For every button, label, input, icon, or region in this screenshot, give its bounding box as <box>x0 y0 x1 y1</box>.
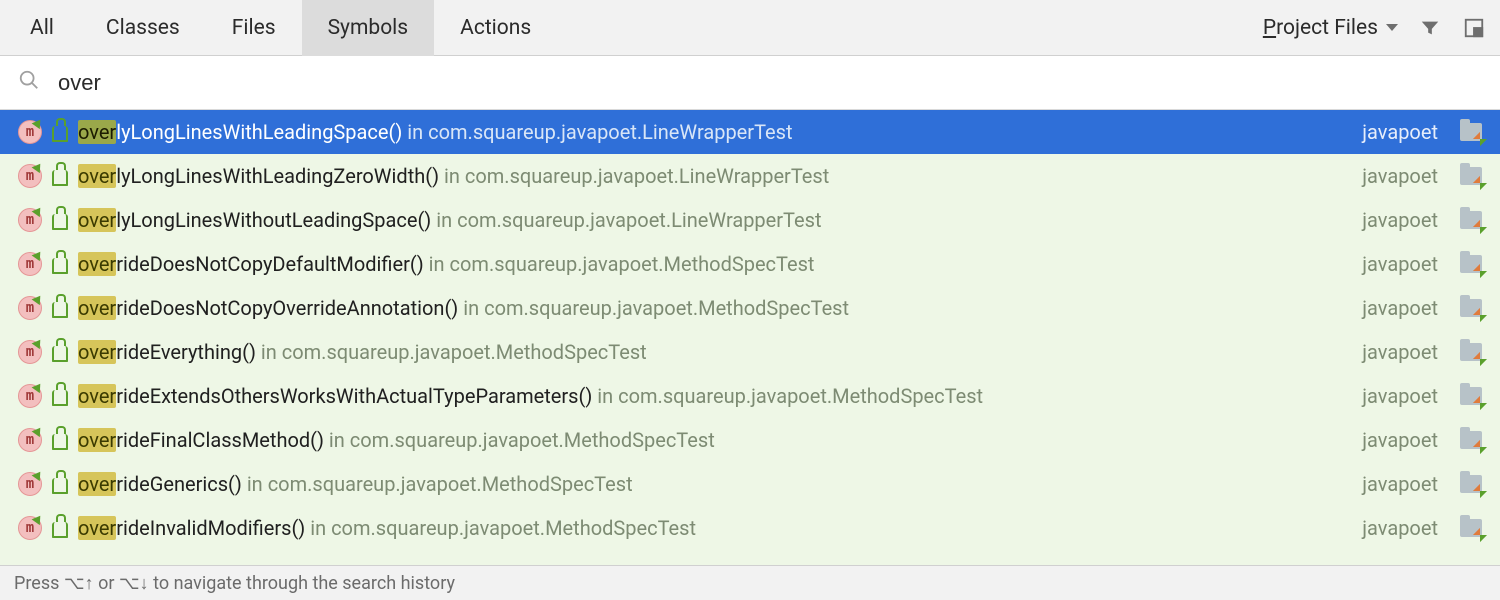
module-label: javapoet <box>1362 208 1438 232</box>
result-label: overrideGenerics() in com.squareup.javap… <box>78 472 633 496</box>
method-icon: m <box>18 208 42 232</box>
lock-icon <box>52 126 68 142</box>
module-label: javapoet <box>1362 252 1438 276</box>
result-label: overlyLongLinesWithLeadingSpace() in com… <box>78 120 793 144</box>
method-icon: m <box>18 252 42 276</box>
search-icon <box>18 69 40 96</box>
scope-dropdown[interactable]: Project Files <box>1253 16 1408 40</box>
tab-files[interactable]: Files <box>206 0 302 56</box>
footer-hint: Press ⌥↑ or ⌥↓ to navigate through the s… <box>0 565 1500 600</box>
source-folder-icon <box>1460 519 1482 537</box>
result-label: overrideDoesNotCopyDefaultModifier() in … <box>78 252 814 276</box>
search-input[interactable] <box>58 70 1482 96</box>
scope-mnemonic: P <box>1263 16 1276 40</box>
result-label: overrideInvalidModifiers() in com.square… <box>78 516 696 540</box>
lock-icon <box>52 522 68 538</box>
result-row[interactable]: m overrideDoesNotCopyDefaultModifier() in… <box>0 242 1500 286</box>
module-label: javapoet <box>1362 164 1438 188</box>
source-folder-icon <box>1460 387 1482 405</box>
scope-label: roject Files <box>1276 16 1378 40</box>
method-icon: m <box>18 516 42 540</box>
source-folder-icon <box>1460 475 1482 493</box>
lock-icon <box>52 170 68 186</box>
lock-icon <box>52 390 68 406</box>
result-row[interactable]: m overlyLongLinesWithLeadingSpace() in co… <box>0 110 1500 154</box>
method-icon: m <box>18 472 42 496</box>
result-row[interactable]: m overrideInvalidModifiers() in com.squar… <box>0 506 1500 550</box>
result-row[interactable]: m overrideExtendsOthersWorksWithActualTyp… <box>0 374 1500 418</box>
chevron-down-icon <box>1386 24 1398 31</box>
method-icon: m <box>18 120 42 144</box>
result-label: overrideEverything() in com.squareup.jav… <box>78 340 647 364</box>
module-label: javapoet <box>1362 472 1438 496</box>
result-row[interactable]: m overrideEverything() in com.squareup.ja… <box>0 330 1500 374</box>
result-label: overlyLongLinesWithoutLeadingSpace() in … <box>78 208 822 232</box>
lock-icon <box>52 258 68 274</box>
lock-icon <box>52 346 68 362</box>
source-folder-icon <box>1460 211 1482 229</box>
filter-icon[interactable] <box>1412 10 1448 46</box>
method-icon: m <box>18 340 42 364</box>
result-label: overrideFinalClassMethod() in com.square… <box>78 428 715 452</box>
search-row <box>0 56 1500 110</box>
source-folder-icon <box>1460 123 1482 141</box>
source-folder-icon <box>1460 299 1482 317</box>
result-label: overrideDoesNotCopyOverrideAnnotation() … <box>78 296 849 320</box>
module-label: javapoet <box>1362 428 1438 452</box>
result-label: overrideExtendsOthersWorksWithActualType… <box>78 384 983 408</box>
tab-all[interactable]: All <box>4 0 80 56</box>
result-row[interactable]: m overlyLongLinesWithoutLeadingSpace() in… <box>0 198 1500 242</box>
method-icon: m <box>18 428 42 452</box>
result-label: overlyLongLinesWithLeadingZeroWidth() in… <box>78 164 829 188</box>
result-row[interactable]: m overlyLongLinesWithLeadingZeroWidth() i… <box>0 154 1500 198</box>
tab-bar: All Classes Files Symbols Actions Projec… <box>0 0 1500 56</box>
result-row[interactable]: m overrideDoesNotCopyOverrideAnnotation()… <box>0 286 1500 330</box>
method-icon: m <box>18 164 42 188</box>
pin-tool-window-icon[interactable] <box>1456 10 1492 46</box>
lock-icon <box>52 302 68 318</box>
source-folder-icon <box>1460 255 1482 273</box>
module-label: javapoet <box>1362 120 1438 144</box>
source-folder-icon <box>1460 343 1482 361</box>
method-icon: m <box>18 296 42 320</box>
source-folder-icon <box>1460 431 1482 449</box>
tab-symbols[interactable]: Symbols <box>302 0 435 56</box>
module-label: javapoet <box>1362 516 1438 540</box>
module-label: javapoet <box>1362 384 1438 408</box>
source-folder-icon <box>1460 167 1482 185</box>
module-label: javapoet <box>1362 296 1438 320</box>
tab-classes[interactable]: Classes <box>80 0 206 56</box>
result-row[interactable]: m overrideGenerics() in com.squareup.java… <box>0 462 1500 506</box>
lock-icon <box>52 434 68 450</box>
lock-icon <box>52 214 68 230</box>
results-list: m overlyLongLinesWithLeadingSpace() in co… <box>0 110 1500 565</box>
module-label: javapoet <box>1362 340 1438 364</box>
method-icon: m <box>18 384 42 408</box>
result-row[interactable]: m overrideFinalClassMethod() in com.squar… <box>0 418 1500 462</box>
tab-actions[interactable]: Actions <box>434 0 557 56</box>
lock-icon <box>52 478 68 494</box>
